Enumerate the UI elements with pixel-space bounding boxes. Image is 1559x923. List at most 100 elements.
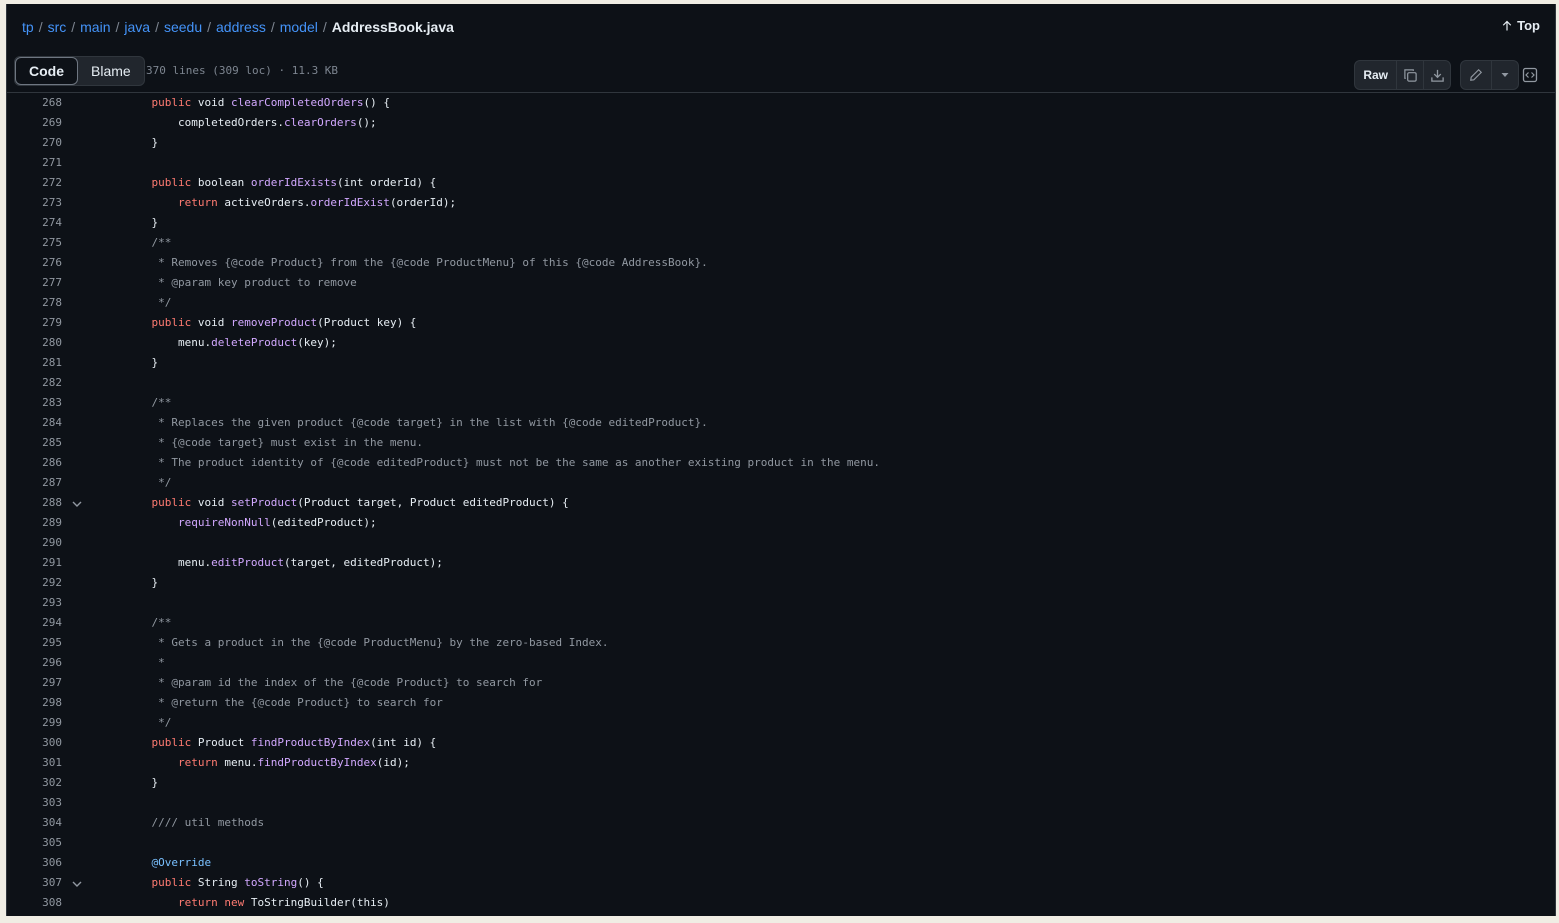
tab-code[interactable]: Code: [15, 57, 78, 85]
breadcrumb-link[interactable]: src: [48, 19, 67, 35]
line-number[interactable]: 274: [7, 213, 62, 233]
edit-file-button[interactable]: [1461, 61, 1491, 89]
line-number[interactable]: 296: [7, 653, 62, 673]
code-token: menu.: [217, 756, 258, 769]
line-number[interactable]: 292: [7, 573, 62, 593]
line-number[interactable]: 285: [7, 433, 62, 453]
breadcrumb-separator: /: [322, 19, 327, 35]
line-number[interactable]: 269: [7, 113, 62, 133]
breadcrumb-link[interactable]: java: [124, 19, 150, 35]
breadcrumb-link[interactable]: tp: [22, 19, 34, 35]
breadcrumb-current-file: AddressBook.java: [331, 19, 454, 35]
symbols-panel-button[interactable]: [1517, 62, 1543, 88]
line-number[interactable]: 300: [7, 733, 62, 753]
line-number[interactable]: 305: [7, 833, 62, 853]
code-text: * @param id the index of the {@code Prod…: [125, 673, 542, 693]
breadcrumb-separator: /: [115, 19, 120, 35]
line-number[interactable]: 308: [7, 893, 62, 913]
line-number[interactable]: 281: [7, 353, 62, 373]
code-token: @Override: [151, 856, 212, 869]
code-token: (int id) {: [370, 736, 437, 749]
code-line: 296 *: [7, 653, 1555, 673]
line-number[interactable]: 289: [7, 513, 62, 533]
code-token: editProduct: [211, 556, 284, 569]
line-number[interactable]: 298: [7, 693, 62, 713]
view-switcher: Code Blame: [14, 56, 145, 86]
top-link[interactable]: Top: [1501, 18, 1540, 33]
breadcrumb-link[interactable]: model: [280, 19, 318, 35]
breadcrumb-link[interactable]: address: [216, 19, 266, 35]
code-token: (id);: [376, 756, 410, 769]
line-number[interactable]: 282: [7, 373, 62, 393]
line-number[interactable]: 303: [7, 793, 62, 813]
code-text: public void removeProduct(Product key) {: [125, 313, 417, 333]
chevron-down-icon[interactable]: [71, 498, 83, 510]
line-number[interactable]: 277: [7, 273, 62, 293]
code-line: 276 * Removes {@code Product} from the {…: [7, 253, 1555, 273]
arrow-up-icon: [1502, 20, 1512, 30]
code-square-icon: [1522, 67, 1538, 83]
line-number[interactable]: 270: [7, 133, 62, 153]
line-number[interactable]: 273: [7, 193, 62, 213]
line-number[interactable]: 299: [7, 713, 62, 733]
line-number[interactable]: 276: [7, 253, 62, 273]
line-number[interactable]: 280: [7, 333, 62, 353]
line-number[interactable]: 297: [7, 673, 62, 693]
chevron-down-icon[interactable]: [71, 878, 83, 890]
line-number[interactable]: 278: [7, 293, 62, 313]
code-viewer: tp / src / main / java / seedu / address…: [6, 4, 1556, 916]
code-token: //// util methods: [125, 816, 265, 829]
line-number[interactable]: 288: [7, 493, 62, 513]
code-token: (target, editedProduct);: [283, 556, 443, 569]
code-line: 280 menu.deleteProduct(key);: [7, 333, 1555, 353]
code-text: return new ToStringBuilder(this): [125, 893, 390, 913]
code-text: }: [125, 133, 158, 153]
code-token: * @return the {@code Product} to search …: [125, 696, 443, 709]
code-token: public: [151, 496, 192, 509]
line-number[interactable]: 306: [7, 853, 62, 873]
code-line: 279 public void removeProduct(Product ke…: [7, 313, 1555, 333]
code-text: menu.editProduct(target, editedProduct);: [125, 553, 443, 573]
code-line: 282: [7, 373, 1555, 393]
more-edit-options-button[interactable]: [1491, 61, 1518, 89]
breadcrumb-link[interactable]: seedu: [164, 19, 202, 35]
code-line: 297 * @param id the index of the {@code …: [7, 673, 1555, 693]
download-raw-button[interactable]: [1423, 61, 1450, 89]
line-number[interactable]: 272: [7, 173, 62, 193]
breadcrumb-link[interactable]: main: [80, 19, 110, 35]
code-line: 275 /**: [7, 233, 1555, 253]
code-token: boolean: [191, 176, 251, 189]
line-number[interactable]: 295: [7, 633, 62, 653]
line-number[interactable]: 286: [7, 453, 62, 473]
code-line: 299 */: [7, 713, 1555, 733]
code-line: 281 }: [7, 353, 1555, 373]
raw-button[interactable]: Raw: [1355, 61, 1396, 89]
line-number[interactable]: 287: [7, 473, 62, 493]
line-number[interactable]: 275: [7, 233, 62, 253]
line-number[interactable]: 284: [7, 413, 62, 433]
tab-blame[interactable]: Blame: [78, 57, 144, 85]
line-number[interactable]: 268: [7, 93, 62, 113]
code-text: menu.deleteProduct(key);: [125, 333, 337, 353]
line-number[interactable]: 291: [7, 553, 62, 573]
copy-raw-button[interactable]: [1396, 61, 1423, 89]
line-number[interactable]: 302: [7, 773, 62, 793]
line-number[interactable]: 307: [7, 873, 62, 893]
line-number[interactable]: 293: [7, 593, 62, 613]
code-token: public: [151, 96, 192, 109]
code-token: String: [191, 876, 245, 889]
code-line: 273 return activeOrders.orderIdExist(ord…: [7, 193, 1555, 213]
line-number[interactable]: 271: [7, 153, 62, 173]
code-line: 291 menu.editProduct(target, editedProdu…: [7, 553, 1555, 573]
line-number[interactable]: 294: [7, 613, 62, 633]
code-line: 301 return menu.findProductByIndex(id);: [7, 753, 1555, 773]
line-number[interactable]: 290: [7, 533, 62, 553]
code-text: /**: [125, 233, 171, 253]
code-text: return activeOrders.orderIdExist(orderId…: [125, 193, 456, 213]
line-number[interactable]: 304: [7, 813, 62, 833]
line-number[interactable]: 301: [7, 753, 62, 773]
line-number[interactable]: 279: [7, 313, 62, 333]
line-number[interactable]: 283: [7, 393, 62, 413]
code-line: 283 /**: [7, 393, 1555, 413]
